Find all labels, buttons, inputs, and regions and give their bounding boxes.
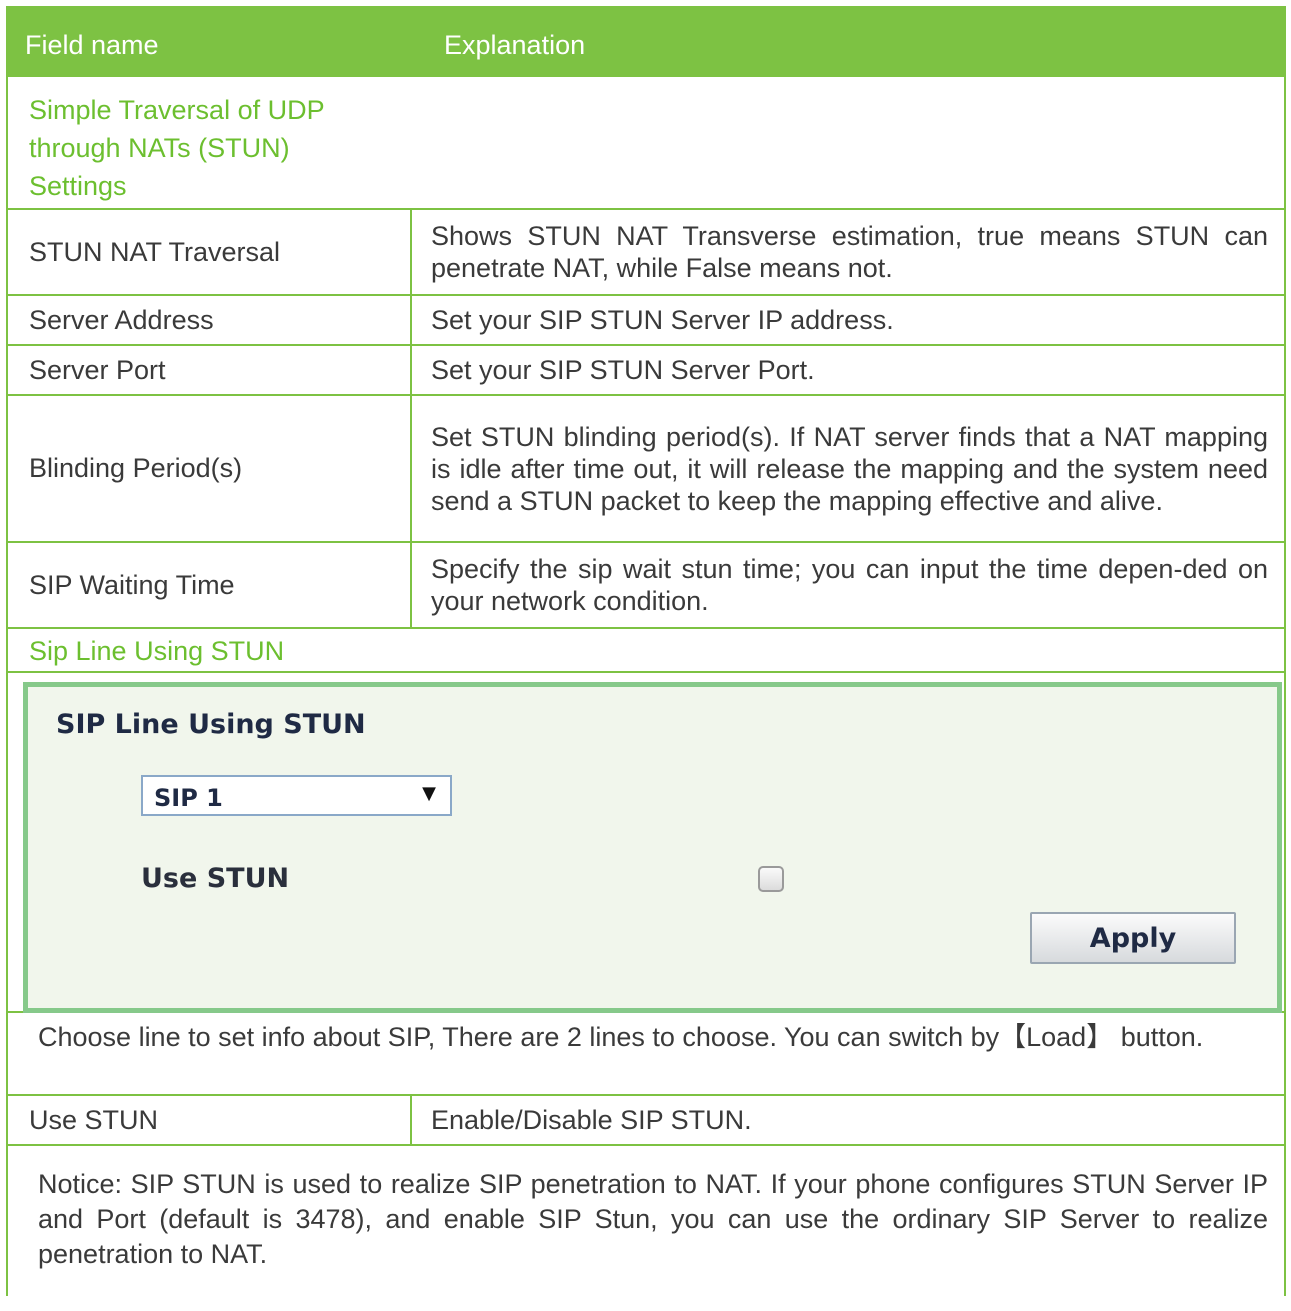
section-title-line-3: Settings — [29, 171, 127, 201]
section-title-line-2: through NATs (STUN) — [29, 133, 290, 163]
row-field-name: Server Address — [8, 296, 412, 344]
row-explanation: Set STUN blinding period(s). If NAT serv… — [431, 421, 1268, 516]
row-explanation: Enable/Disable SIP STUN. — [431, 1105, 752, 1135]
table-row: Use STUN Enable/Disable SIP STUN. — [6, 1096, 1286, 1146]
section-title: Sip Line Using STUN — [29, 636, 285, 666]
choose-line-text: Choose line to set info about SIP, There… — [38, 1022, 1204, 1052]
header-field-name: Field name — [25, 30, 159, 60]
use-stun-checkbox[interactable] — [758, 866, 784, 892]
choose-line-paragraph: Choose line to set info about SIP, There… — [6, 1013, 1286, 1096]
table-row: SIP Waiting Time Specify the sip wait st… — [6, 543, 1286, 629]
row-field-name: Server Port — [8, 346, 412, 394]
panel-title: SIP Line Using STUN — [56, 709, 366, 740]
notice-paragraph: Notice: SIP STUN is used to realize SIP … — [6, 1146, 1286, 1296]
notice-text: Notice: SIP STUN is used to realize SIP … — [38, 1169, 1268, 1269]
row-field-name: SIP Waiting Time — [8, 543, 412, 627]
dropdown-arrow-icon: ▼ — [422, 783, 436, 804]
header-explanation: Explanation — [444, 30, 586, 60]
section-title-line-1: Simple Traversal of UDP — [29, 95, 325, 125]
table-row: Server Port Set your SIP STUN Server Por… — [6, 346, 1286, 396]
screenshot-figure: SIP Line Using STUN SIP 1 ▼ Use STUN App… — [6, 673, 1286, 1013]
table-row: Blinding Period(s) Set STUN blinding per… — [6, 396, 1286, 543]
row-field-name: Blinding Period(s) — [8, 396, 412, 541]
document-table: Field name Explanation Simple Traversal … — [6, 6, 1286, 1296]
use-stun-label: Use STUN — [141, 863, 290, 894]
section-sip-line-using-stun: Sip Line Using STUN — [6, 629, 1286, 673]
row-field-name: STUN NAT Traversal — [8, 210, 412, 294]
table-header: Field name Explanation — [6, 6, 1286, 77]
sip-stun-panel: SIP Line Using STUN SIP 1 ▼ Use STUN App… — [23, 682, 1282, 1013]
row-explanation: Specify the sip wait stun time; you can … — [431, 554, 1268, 616]
row-explanation: Set your SIP STUN Server IP address. — [431, 305, 894, 335]
row-explanation: Set your SIP STUN Server Port. — [431, 355, 815, 385]
section-stun-settings: Simple Traversal of UDP through NATs (ST… — [6, 77, 1286, 210]
row-field-name: Use STUN — [8, 1096, 412, 1144]
table-row: Server Address Set your SIP STUN Server … — [6, 296, 1286, 346]
table-row: STUN NAT Traversal Shows STUN NAT Transv… — [6, 210, 1286, 296]
apply-button[interactable]: Apply — [1030, 912, 1236, 964]
sip-line-select[interactable]: SIP 1 ▼ — [141, 775, 452, 816]
sip-line-select-value: SIP 1 — [154, 784, 223, 812]
row-explanation: Shows STUN NAT Transverse estimation, tr… — [431, 221, 1268, 283]
